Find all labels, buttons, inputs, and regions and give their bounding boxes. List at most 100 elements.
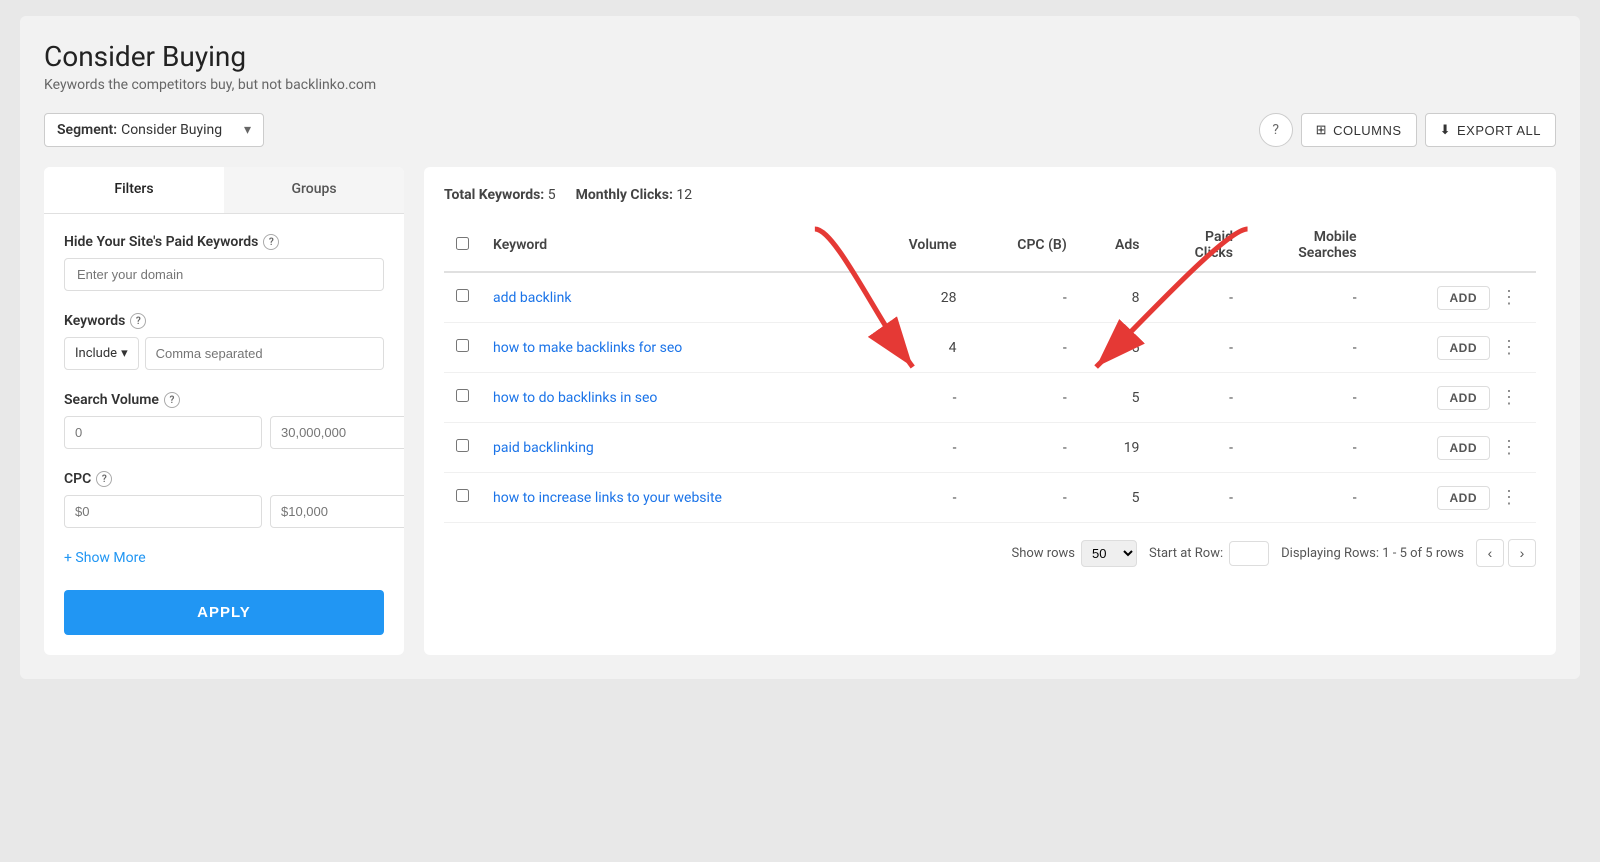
row-cpc: - (969, 373, 1079, 423)
export-button[interactable]: ⬇ EXPORT ALL (1425, 113, 1556, 147)
table-row: how to make backlinks for seo 4 - 5 - - … (444, 323, 1536, 373)
row-checkbox[interactable] (456, 389, 469, 402)
keywords-help-icon[interactable]: ? (130, 313, 146, 329)
sidebar-tabs: Filters Groups (44, 167, 404, 214)
table-area: Keyword Volume CPC (B) Ads PaidClicks Mo… (444, 219, 1536, 523)
add-button[interactable]: ADD (1437, 336, 1491, 360)
row-actions-cell: ADD ⋮ (1369, 423, 1536, 473)
columns-button[interactable]: ⊞ COLUMNS (1301, 113, 1417, 147)
volume-min-input[interactable] (64, 416, 262, 449)
add-button[interactable]: ADD (1437, 436, 1491, 460)
hide-keywords-label: Hide Your Site's Paid Keywords ? (64, 234, 384, 250)
volume-range-row (64, 416, 384, 449)
th-volume: Volume (861, 219, 969, 272)
row-actions-cell: ADD ⋮ (1369, 323, 1536, 373)
keyword-link[interactable]: how to make backlinks for seo (493, 340, 682, 356)
cpc-section: CPC ? (64, 471, 384, 528)
table-row: paid backlinking - - 19 - - ADD ⋮ (444, 423, 1536, 473)
prev-page-button[interactable]: ‹ (1476, 539, 1504, 567)
start-at-input[interactable]: 1 (1229, 541, 1269, 566)
show-rows-label: Show rows (1012, 546, 1075, 561)
row-checkbox[interactable] (456, 489, 469, 502)
th-checkbox (444, 219, 481, 272)
more-options-button[interactable]: ⋮ (1494, 435, 1524, 460)
include-label: Include (75, 346, 117, 361)
cpc-min-input[interactable] (64, 495, 262, 528)
cpc-label: CPC ? (64, 471, 384, 487)
segment-value: Consider Buying (121, 122, 222, 138)
segment-select[interactable]: Segment: Consider Buying ▾ (44, 113, 264, 147)
add-button[interactable]: ADD (1437, 286, 1491, 310)
keyword-link[interactable]: how to do backlinks in seo (493, 390, 657, 406)
search-volume-section: Search Volume ? (64, 392, 384, 449)
start-at-label: Start at Row: (1149, 546, 1223, 561)
row-checkbox-cell (444, 373, 481, 423)
row-ads: 5 (1079, 373, 1152, 423)
row-mobile-searches: - (1245, 423, 1369, 473)
cpc-max-input[interactable] (270, 495, 404, 528)
row-mobile-searches: - (1245, 272, 1369, 323)
row-checkbox[interactable] (456, 289, 469, 302)
row-paid-clicks: - (1151, 473, 1245, 523)
row-checkbox[interactable] (456, 439, 469, 452)
keyword-link[interactable]: add backlink (493, 290, 571, 306)
table-row: how to do backlinks in seo - - 5 - - ADD… (444, 373, 1536, 423)
add-button[interactable]: ADD (1437, 386, 1491, 410)
table-row: add backlink 28 - 8 - - ADD ⋮ (444, 272, 1536, 323)
columns-label: COLUMNS (1333, 123, 1402, 138)
volume-help-icon[interactable]: ? (164, 392, 180, 408)
more-options-button[interactable]: ⋮ (1494, 285, 1524, 310)
volume-max-input[interactable] (270, 416, 404, 449)
more-options-button[interactable]: ⋮ (1494, 335, 1524, 360)
keyword-link[interactable]: paid backlinking (493, 440, 594, 456)
hide-keywords-help-icon[interactable]: ? (263, 234, 279, 250)
domain-input[interactable] (64, 258, 384, 291)
row-actions-cell: ADD ⋮ (1369, 373, 1536, 423)
include-select[interactable]: Include ▾ (64, 337, 139, 370)
cpc-help-icon[interactable]: ? (96, 471, 112, 487)
show-rows-group: Show rows 50 25 100 (1012, 540, 1137, 567)
monthly-clicks-value: 12 (676, 187, 692, 203)
rows-select[interactable]: 50 25 100 (1081, 540, 1137, 567)
row-ads: 5 (1079, 473, 1152, 523)
th-mobile-searches: MobileSearches (1245, 219, 1369, 272)
apply-button[interactable]: APPLY (64, 590, 384, 635)
row-paid-clicks: - (1151, 423, 1245, 473)
help-button[interactable]: ? (1259, 113, 1293, 147)
volume-label: Search Volume ? (64, 392, 384, 408)
start-at-group: Start at Row: 1 (1149, 541, 1269, 566)
keyword-link[interactable]: how to increase links to your website (493, 490, 722, 506)
page-title: Consider Buying (44, 40, 1556, 73)
row-actions: ADD ⋮ (1381, 485, 1524, 510)
row-actions: ADD ⋮ (1381, 335, 1524, 360)
export-icon: ⬇ (1440, 122, 1451, 138)
table-row: how to increase links to your website - … (444, 473, 1536, 523)
select-all-checkbox[interactable] (456, 237, 469, 250)
row-mobile-searches: - (1245, 473, 1369, 523)
row-volume: - (861, 473, 969, 523)
row-actions: ADD ⋮ (1381, 385, 1524, 410)
export-label: EXPORT ALL (1457, 123, 1541, 138)
page-nav: ‹ › (1476, 539, 1536, 567)
row-checkbox[interactable] (456, 339, 469, 352)
row-cpc: - (969, 272, 1079, 323)
tab-groups[interactable]: Groups (224, 167, 404, 213)
page-subtitle: Keywords the competitors buy, but not ba… (44, 77, 1556, 93)
show-more-link[interactable]: + Show More (64, 550, 384, 566)
results-summary: Total Keywords: 5 Monthly Clicks: 12 (444, 187, 1536, 203)
more-options-button[interactable]: ⋮ (1494, 485, 1524, 510)
top-bar-actions: ? ⊞ COLUMNS ⬇ EXPORT ALL (1259, 113, 1556, 147)
row-actions-cell: ADD ⋮ (1369, 272, 1536, 323)
add-button[interactable]: ADD (1437, 486, 1491, 510)
row-cpc: - (969, 323, 1079, 373)
row-cpc: - (969, 473, 1079, 523)
more-options-button[interactable]: ⋮ (1494, 385, 1524, 410)
main-container: Consider Buying Keywords the competitors… (20, 16, 1580, 679)
next-page-button[interactable]: › (1508, 539, 1536, 567)
row-volume: 4 (861, 323, 969, 373)
row-volume: - (861, 423, 969, 473)
row-volume: 28 (861, 272, 969, 323)
tab-filters[interactable]: Filters (44, 167, 224, 213)
comma-input[interactable] (145, 337, 384, 370)
row-paid-clicks: - (1151, 373, 1245, 423)
